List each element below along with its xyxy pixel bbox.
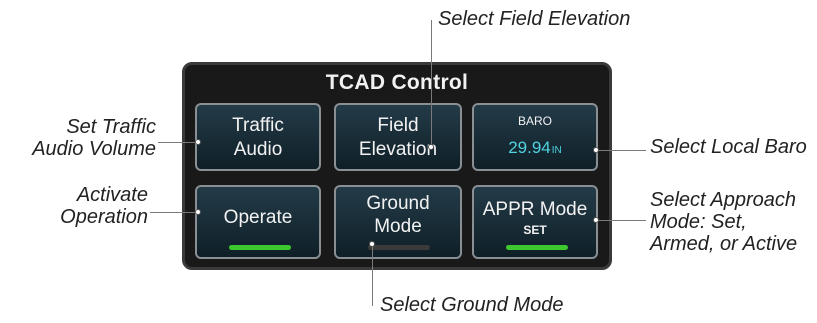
- leader-appr-mode: [596, 220, 646, 221]
- callout-appr-mode: Select Approach Mode: Set, Armed, or Act…: [650, 189, 797, 255]
- callout-ground-mode: Select Ground Mode: [380, 294, 564, 316]
- panel-title: TCAD Control: [325, 71, 469, 94]
- callout-appr-mode-line1: Select Approach: [650, 189, 797, 211]
- leader-dot-appr-mode: [593, 217, 599, 223]
- callout-operate-line2: Operation: [60, 206, 148, 228]
- ground-mode-indicator-bar: [368, 245, 430, 250]
- ground-mode-line1: Ground: [366, 193, 430, 214]
- traffic-audio-button[interactable]: Traffic Audio: [195, 103, 321, 171]
- traffic-audio-line1: Traffic: [232, 115, 284, 136]
- callout-appr-mode-line2: Mode: Set,: [650, 211, 747, 233]
- field-elevation-line2: Elevation: [358, 139, 438, 160]
- leader-dot-traffic-audio: [195, 139, 201, 145]
- baro-value: 29.94: [508, 138, 551, 157]
- callout-field-elevation: Select Field Elevation: [438, 8, 631, 30]
- baro-unit: IN: [551, 145, 562, 156]
- leader-traffic-audio: [158, 142, 198, 143]
- leader-operate: [150, 212, 198, 213]
- appr-mode-status: SET: [523, 223, 547, 237]
- leader-dot-field-elevation: [428, 144, 434, 150]
- leader-ground-mode: [372, 244, 373, 306]
- callout-appr-mode-line3: Armed, or Active: [650, 233, 798, 255]
- field-elevation-line1: Field: [377, 115, 419, 136]
- baro-label: BARO: [517, 114, 552, 128]
- appr-mode-label: APPR Mode: [482, 199, 588, 220]
- ground-mode-line2: Mode: [374, 216, 422, 237]
- leader-dot-operate: [195, 209, 201, 215]
- leader-field-elevation: [431, 20, 432, 148]
- operate-indicator-bar: [229, 245, 291, 250]
- callout-operate-line1: Activate: [76, 184, 148, 206]
- baro-button[interactable]: BARO 29.94IN: [472, 103, 598, 171]
- baro-value-row: 29.94IN: [474, 138, 596, 158]
- callout-traffic-audio: Set Traffic Audio Volume: [0, 116, 156, 160]
- field-elevation-button[interactable]: Field Elevation: [334, 103, 462, 171]
- operate-button[interactable]: Operate: [195, 185, 321, 259]
- callout-traffic-audio-line2: Audio Volume: [32, 138, 156, 160]
- appr-mode-indicator-bar: [506, 245, 568, 250]
- traffic-audio-line2: Audio: [233, 139, 283, 160]
- callout-baro: Select Local Baro: [650, 136, 807, 158]
- operate-label: Operate: [223, 207, 293, 228]
- callout-operate: Activate Operation: [0, 184, 148, 228]
- leader-dot-baro: [593, 147, 599, 153]
- leader-baro: [596, 150, 646, 151]
- leader-dot-ground-mode: [369, 241, 375, 247]
- appr-mode-button[interactable]: APPR Mode SET: [472, 185, 598, 259]
- ground-mode-button[interactable]: Ground Mode: [334, 185, 462, 259]
- callout-traffic-audio-line1: Set Traffic: [66, 116, 156, 138]
- tcad-control-panel: TCAD Control Traffic Audio Field Elevati…: [182, 62, 612, 270]
